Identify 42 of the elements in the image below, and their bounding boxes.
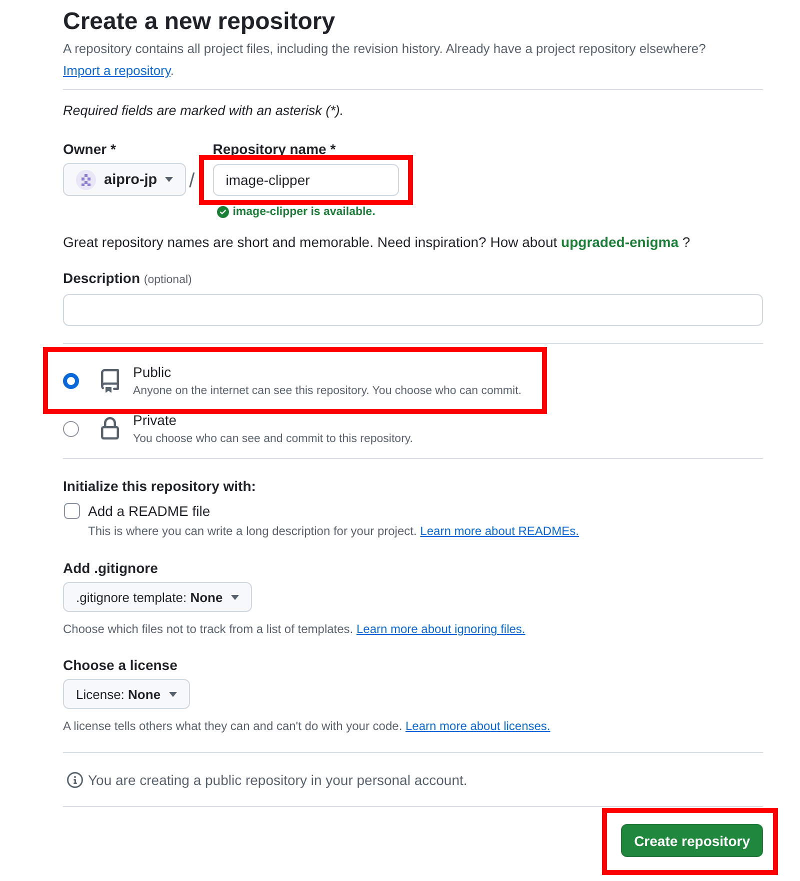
license-dropdown[interactable]: License: None (63, 679, 190, 709)
license-learn-more-link[interactable]: Learn more about licenses. (406, 719, 550, 733)
import-link[interactable]: Import a repository (63, 63, 170, 78)
readme-label: Add a README file (88, 502, 210, 521)
gitignore-learn-more-link[interactable]: Learn more about ignoring files. (356, 622, 526, 636)
owner-label: Owner * (63, 140, 117, 159)
license-help-text: A license tells others what they can and can't do with your code. Learn more about licenses. (63, 718, 550, 735)
gitignore-heading: Add .gitignore (63, 559, 158, 578)
suggested-name-link[interactable]: upgraded-enigma (561, 234, 679, 250)
avatar-icon (76, 170, 96, 190)
gitignore-help-text: Choose which files not to track from a list of templates. Learn more about ignoring files. (63, 621, 526, 638)
notice-text: You are creating a public repository in your personal account. (88, 771, 468, 790)
page-title: Create a new repository (63, 7, 336, 37)
description-label: Description (optional) (63, 269, 193, 288)
gitignore-dropdown[interactable]: .gitignore template: None (63, 582, 252, 612)
option-description: Anyone on the internet can see this repository. You choose who can commit. (133, 384, 522, 399)
license-heading: Choose a license (63, 656, 178, 675)
suggestion-text: Great repository names are short and memorable. Need inspiration? How about upgraded-enigma ? (63, 233, 692, 252)
initialize-heading: Initialize this repository with: (63, 477, 256, 496)
option-title: Private (133, 411, 178, 430)
intro-text: A repository contains all project files, including the revision history. Already have a project repository elsewhere? Import a repository. (63, 40, 707, 80)
repository-name-label: Repository name * (212, 140, 337, 159)
book-icon (98, 369, 122, 393)
option-description: You choose who can see and commit to this repository. (133, 432, 413, 447)
caret-icon (168, 692, 177, 696)
lock-icon (98, 417, 122, 441)
availability-message: image-clipper is available. (232, 205, 376, 219)
readme-help-text: This is where you can write a long description for your project. Learn more about READMEs. (88, 523, 579, 540)
path-separator: / (189, 169, 195, 193)
readme-learn-more-link[interactable]: Learn more about READMEs. (420, 524, 579, 538)
caret-icon (165, 177, 174, 182)
readme-checkbox[interactable] (64, 503, 80, 519)
info-icon (67, 772, 83, 788)
radio-button[interactable] (63, 421, 79, 437)
option-title: Public (133, 363, 172, 382)
owner-dropdown[interactable]: aipro-jp (63, 163, 186, 196)
repository-name-field[interactable]: image-clipper (212, 164, 399, 196)
create-repository-button[interactable]: Create repository (621, 824, 763, 857)
radio-button[interactable] (63, 373, 79, 389)
caret-icon (230, 594, 239, 600)
description-field[interactable] (63, 294, 763, 326)
required-note: Required fields are marked with an asterisk (*). (63, 102, 345, 120)
